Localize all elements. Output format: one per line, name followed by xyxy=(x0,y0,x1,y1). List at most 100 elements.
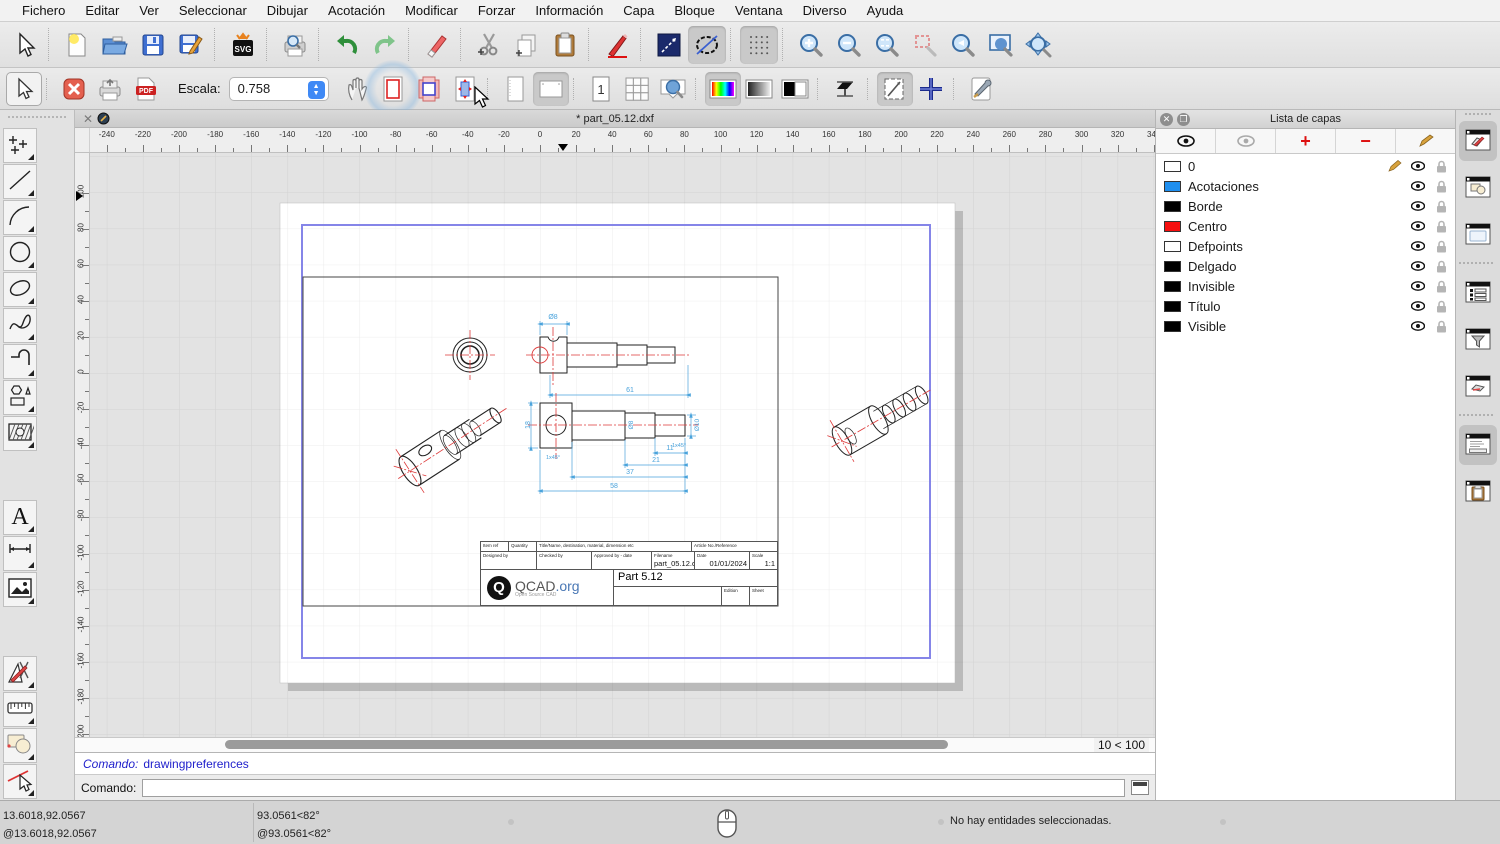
blocks-tool-button[interactable] xyxy=(3,728,37,763)
menu-dibujar[interactable]: Dibujar xyxy=(257,0,318,22)
points-cross-button[interactable] xyxy=(913,72,949,106)
layer-visibility-icon[interactable] xyxy=(1410,281,1426,291)
shapes-tool-button[interactable] xyxy=(3,380,37,415)
remove-layer-button[interactable]: − xyxy=(1336,129,1396,153)
line-tool-button[interactable] xyxy=(3,164,37,199)
add-layer-button[interactable]: + xyxy=(1276,129,1336,153)
image-tool-button[interactable] xyxy=(3,572,37,607)
menu-ver[interactable]: Ver xyxy=(129,0,169,22)
layer-visibility-icon[interactable] xyxy=(1410,241,1426,251)
layer-lock-icon[interactable] xyxy=(1433,260,1449,273)
layer-visibility-icon[interactable] xyxy=(1410,201,1426,211)
clipboard-panel-toggle[interactable] xyxy=(1459,472,1497,512)
strip-drag-handle[interactable] xyxy=(1465,113,1491,115)
close-drawing-button[interactable] xyxy=(56,72,92,106)
scale-combobox[interactable]: 0.758 ▲▼ xyxy=(229,77,329,101)
ellipse-slash-button[interactable] xyxy=(688,26,726,64)
menu-diverso[interactable]: Diverso xyxy=(793,0,857,22)
pan-zoom-button[interactable] xyxy=(1020,26,1058,64)
new-file-button[interactable] xyxy=(58,26,96,64)
menu-forzar[interactable]: Forzar xyxy=(468,0,526,22)
menu-fichero[interactable]: Fichero xyxy=(12,0,75,22)
print-button[interactable] xyxy=(92,72,128,106)
print-preview-button[interactable] xyxy=(276,26,314,64)
layer-visibility-icon[interactable] xyxy=(1410,181,1426,191)
drawing-viewport[interactable]: Ø8 61 xyxy=(90,153,1155,737)
command-panel-toggle-icon[interactable] xyxy=(1131,780,1149,795)
view-list-panel-toggle[interactable] xyxy=(1459,215,1497,255)
zoom-page-button[interactable] xyxy=(655,72,691,106)
layer-row[interactable]: Delgado xyxy=(1156,256,1455,276)
color-full-button[interactable] xyxy=(705,72,741,106)
spline-tool-button[interactable] xyxy=(3,308,37,343)
draft-mode-button[interactable] xyxy=(877,72,913,106)
selection-filter-panel-toggle[interactable] xyxy=(1459,320,1497,360)
measure-tool-button[interactable] xyxy=(3,692,37,727)
grid-toggle-button[interactable] xyxy=(740,26,778,64)
layer-row[interactable]: Defpoints xyxy=(1156,236,1455,256)
layer-row[interactable]: Título xyxy=(1156,296,1455,316)
layer-row[interactable]: Invisible xyxy=(1156,276,1455,296)
menu-seleccionar[interactable]: Seleccionar xyxy=(169,0,257,22)
block-list-panel-toggle[interactable] xyxy=(1459,168,1497,208)
scale-stepper[interactable]: ▲▼ xyxy=(308,81,325,99)
save-button[interactable] xyxy=(134,26,172,64)
draw-order-button[interactable] xyxy=(598,26,636,64)
menu-ventana[interactable]: Ventana xyxy=(725,0,793,22)
undo-button[interactable] xyxy=(328,26,366,64)
horizontal-scrollbar[interactable]: 10 < 100 xyxy=(75,737,1155,752)
line-tool-button[interactable] xyxy=(650,26,688,64)
pointer-button[interactable] xyxy=(6,26,44,64)
svg-export-button[interactable]: SVG xyxy=(224,26,262,64)
scrollbar-thumb[interactable] xyxy=(225,740,948,749)
layer-lock-icon[interactable] xyxy=(1433,180,1449,193)
paste-button[interactable] xyxy=(546,26,584,64)
copy-button[interactable] xyxy=(508,26,546,64)
layer-row[interactable]: Centro xyxy=(1156,216,1455,236)
cad-tools-tool-button[interactable] xyxy=(3,656,37,691)
color-gray-button[interactable] xyxy=(741,72,777,106)
zoom-selection-button[interactable] xyxy=(906,26,944,64)
show-all-layers-button[interactable] xyxy=(1156,129,1216,153)
property-editor-panel-toggle[interactable] xyxy=(1459,273,1497,313)
pdf-export-button[interactable]: PDF xyxy=(128,72,164,106)
menu-capa[interactable]: Capa xyxy=(613,0,664,22)
pan-hand-button[interactable] xyxy=(339,72,375,106)
zoom-in-button[interactable] xyxy=(792,26,830,64)
layer-row[interactable]: 0 xyxy=(1156,156,1455,176)
open-file-button[interactable] xyxy=(96,26,134,64)
redo-button[interactable] xyxy=(366,26,404,64)
paper-preview-button[interactable] xyxy=(411,72,447,106)
drawing-canvas[interactable]: Ø8 61 xyxy=(90,153,1155,737)
layer-row[interactable]: Acotaciones xyxy=(1156,176,1455,196)
layer-visibility-icon[interactable] xyxy=(1410,261,1426,271)
preferences-button[interactable] xyxy=(963,72,999,106)
menu-acotación[interactable]: Acotación xyxy=(318,0,395,22)
menu-bloque[interactable]: Bloque xyxy=(664,0,724,22)
zoom-window-button[interactable] xyxy=(982,26,1020,64)
circle-tool-button[interactable] xyxy=(3,236,37,271)
library-browser-panel-toggle[interactable] xyxy=(1459,367,1497,407)
layer-lock-icon[interactable] xyxy=(1433,160,1449,173)
arc-tool-button[interactable] xyxy=(3,200,37,235)
layer-lock-icon[interactable] xyxy=(1433,280,1449,293)
page-portrait-button[interactable] xyxy=(497,72,533,106)
cut-button[interactable] xyxy=(470,26,508,64)
palette-drag-handle[interactable] xyxy=(8,116,66,124)
layer-row[interactable]: Visible xyxy=(1156,316,1455,336)
layer-visibility-icon[interactable] xyxy=(1410,221,1426,231)
menu-editar[interactable]: Editar xyxy=(75,0,129,22)
points-tool-button[interactable] xyxy=(3,128,37,163)
save-as-button[interactable] xyxy=(172,26,210,64)
zoom-out-button[interactable] xyxy=(830,26,868,64)
layer-list-panel-toggle[interactable] xyxy=(1459,121,1497,161)
color-bw-button[interactable] xyxy=(777,72,813,106)
page-single-button[interactable]: 1 xyxy=(583,72,619,106)
layer-lock-icon[interactable] xyxy=(1433,200,1449,213)
layer-visibility-icon[interactable] xyxy=(1410,161,1426,171)
modify-tool-button[interactable] xyxy=(3,764,37,799)
layer-lock-icon[interactable] xyxy=(1433,220,1449,233)
menu-información[interactable]: Información xyxy=(525,0,613,22)
edit-layer-button[interactable] xyxy=(1396,129,1455,153)
hide-all-layers-button[interactable] xyxy=(1216,129,1276,153)
